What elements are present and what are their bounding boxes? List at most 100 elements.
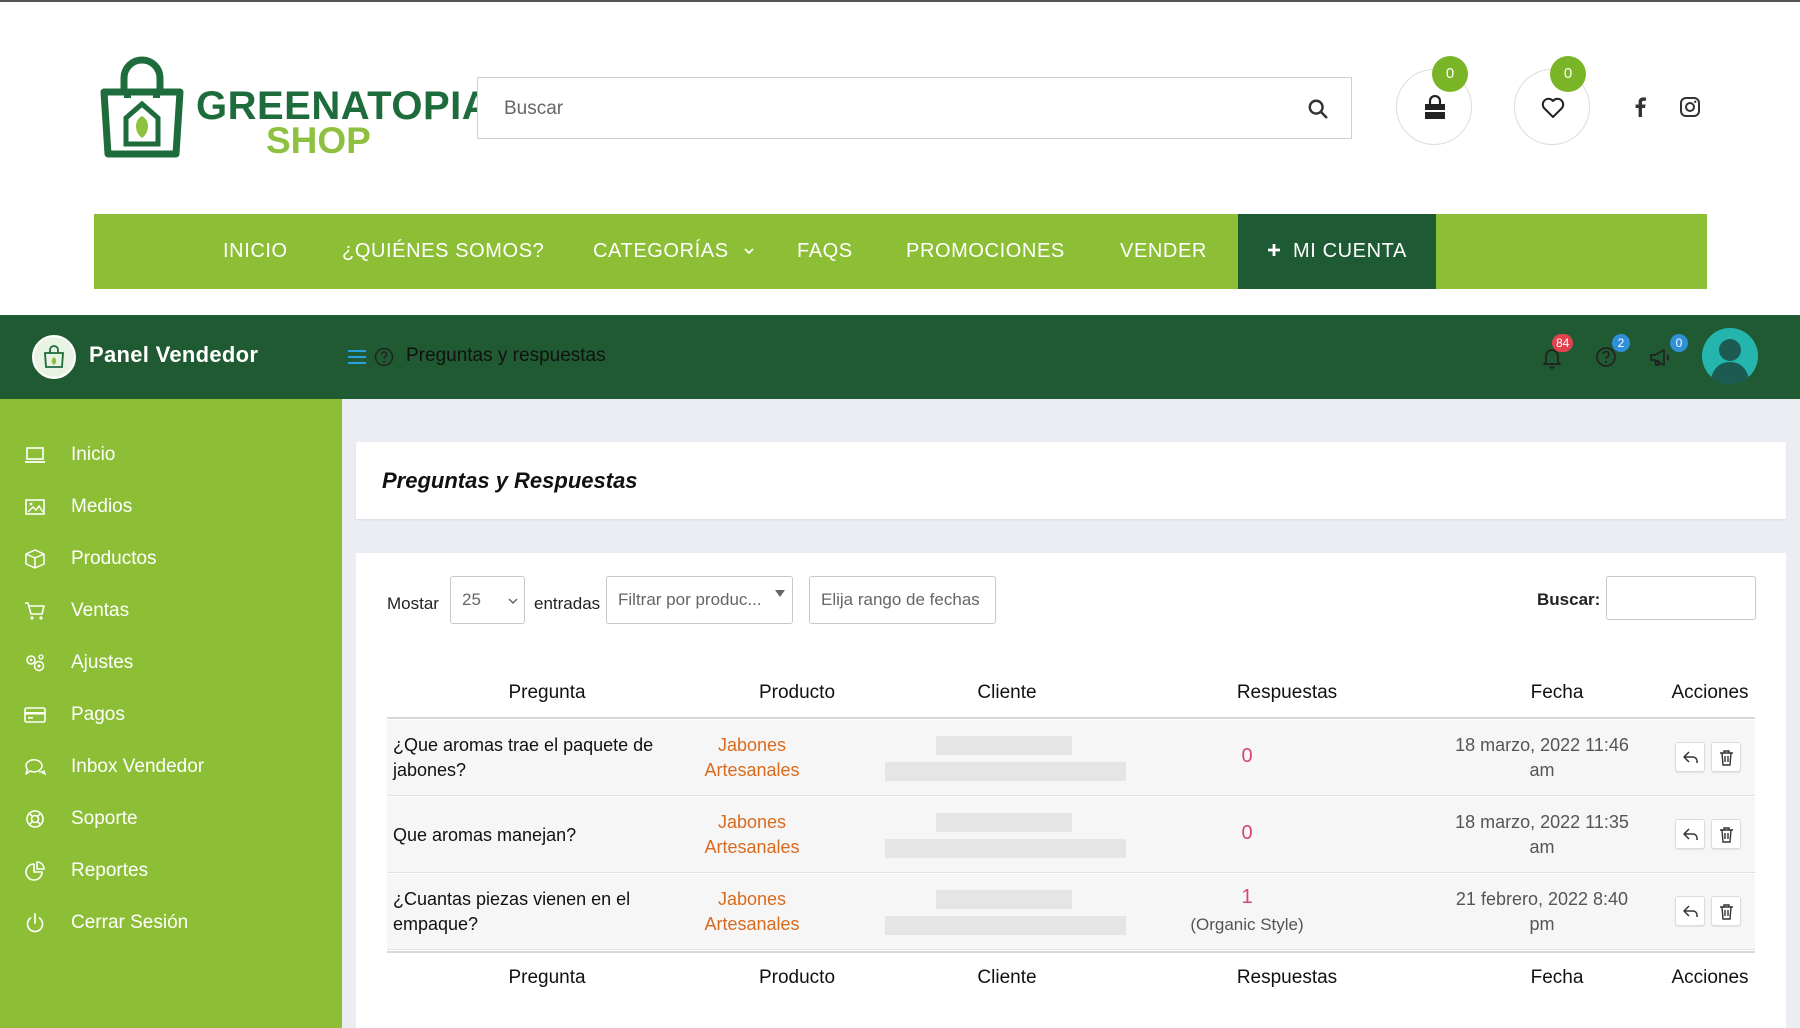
sidebar-item-cerrar-sesion[interactable]: Cerrar Sesión <box>0 897 342 949</box>
column-header-pregunta[interactable]: Pregunta <box>437 682 657 704</box>
column-footer-pregunta: Pregunta <box>508 967 586 988</box>
store-logo[interactable]: GREENATOPIA SHOP <box>98 56 491 161</box>
sidebar-item-inicio[interactable]: Inicio <box>0 429 342 481</box>
reply-button[interactable] <box>1675 742 1705 772</box>
table-row: ¿Que aromas trae el paquete de jabones? … <box>387 720 1755 796</box>
redacted-customer-name <box>936 813 1072 832</box>
nav-item-promociones[interactable]: PROMOCIONES <box>906 214 1065 289</box>
notifications-badge: 84 <box>1552 334 1574 352</box>
reply-button[interactable] <box>1675 819 1705 849</box>
logo-text-shop: SHOP <box>266 120 371 161</box>
sidebar-item-medios[interactable]: Medios <box>0 481 342 533</box>
lifebuoy-icon <box>26 810 44 828</box>
sidebar-item-label: Pagos <box>71 704 125 725</box>
trash-icon <box>1720 827 1733 843</box>
cart-count-badge: 0 <box>1432 56 1468 92</box>
table-row: ¿Cuantas piezas vienen en el empaque? Ja… <box>387 874 1755 950</box>
shopping-bag-logo-icon <box>100 56 184 158</box>
question-circle-icon <box>374 347 394 367</box>
nav-item-quienes-somos[interactable]: ¿QUIÉNES SOMOS? <box>342 214 544 289</box>
nav-item-mi-cuenta[interactable]: MI CUENTA <box>1238 214 1436 289</box>
column-header-respuestas[interactable]: Respuestas <box>1207 682 1367 704</box>
laptop-icon <box>25 447 45 463</box>
column-header-acciones: Acciones <box>1671 682 1749 703</box>
table-search-input[interactable] <box>1606 576 1756 620</box>
caret-down-icon <box>775 590 785 597</box>
user-avatar[interactable] <box>1702 328 1758 384</box>
reply-icon <box>1683 751 1698 763</box>
pie-chart-icon <box>25 861 45 881</box>
redacted-customer-name <box>936 890 1072 909</box>
product-link[interactable]: Jabones Artesanales <box>687 810 817 860</box>
wishlist-count-badge: 0 <box>1550 56 1586 92</box>
redacted-customer-name <box>936 736 1072 755</box>
panel-logo <box>32 335 76 379</box>
delete-button[interactable] <box>1711 896 1741 926</box>
answered-by-store: (Organic Style) <box>1190 915 1304 934</box>
entries-per-page-select[interactable]: 25 <box>450 576 525 624</box>
nav-item-vender[interactable]: VENDER <box>1120 214 1207 289</box>
sidebar-item-ventas[interactable]: Ventas <box>0 585 342 637</box>
sidebar-item-label: Productos <box>71 548 157 569</box>
questions-badge: 2 <box>1612 334 1630 352</box>
table-search-label: Buscar: <box>1537 590 1601 609</box>
announcements-badge: 0 <box>1670 334 1688 352</box>
question-text[interactable]: Que aromas manejan? <box>393 823 663 848</box>
facebook-icon[interactable] <box>1628 95 1652 119</box>
store-search-placeholder: Buscar <box>504 98 564 119</box>
box-icon <box>25 549 45 569</box>
sidebar-item-label: Soporte <box>71 808 138 829</box>
nav-item-faqs[interactable]: FAQS <box>797 214 853 289</box>
nav-item-inicio[interactable]: INICIO <box>223 214 288 289</box>
megaphone-icon[interactable] <box>1648 345 1672 369</box>
chat-icon <box>25 759 46 776</box>
question-text[interactable]: ¿Cuantas piezas vienen en el empaque? <box>393 887 663 937</box>
instagram-icon[interactable] <box>1678 95 1702 119</box>
delete-button[interactable] <box>1711 742 1741 772</box>
column-header-cliente[interactable]: Cliente <box>927 682 1087 704</box>
answers-count[interactable]: 0 <box>1167 744 1327 769</box>
date-range-input[interactable]: Elija rango de fechas <box>809 576 996 624</box>
page-title-card: Preguntas y Respuestas <box>356 442 1786 519</box>
search-icon[interactable] <box>1307 98 1329 120</box>
power-icon <box>26 913 44 933</box>
sidebar-item-label: Ventas <box>71 600 130 621</box>
column-header-fecha[interactable]: Fecha <box>1477 682 1637 704</box>
question-text[interactable]: ¿Que aromas trae el paquete de jabones? <box>393 733 663 783</box>
product-filter-select[interactable]: Filtrar por produc... <box>606 576 793 624</box>
user-silhouette-icon <box>1710 339 1750 384</box>
sidebar-item-pagos[interactable]: Pagos <box>0 689 342 741</box>
reply-button[interactable] <box>1675 896 1705 926</box>
column-footer-acciones: Acciones <box>1671 967 1749 988</box>
sidebar-item-inbox-vendedor[interactable]: Inbox Vendedor <box>0 741 342 793</box>
delete-button[interactable] <box>1711 819 1741 849</box>
column-footer-fecha: Fecha <box>1530 967 1584 988</box>
sidebar-item-label: Inbox Vendedor <box>71 756 205 777</box>
settings-icon <box>26 654 45 672</box>
sidebar-item-reportes[interactable]: Reportes <box>0 845 342 897</box>
trash-icon <box>1720 750 1733 766</box>
sidebar-item-soporte[interactable]: Soporte <box>0 793 342 845</box>
entries-value: 25 <box>462 590 481 609</box>
product-link[interactable]: Jabones Artesanales <box>687 733 817 783</box>
nav-item-categorias[interactable]: CATEGORÍAS <box>593 214 755 289</box>
chevron-down-icon <box>508 598 518 605</box>
date-range-placeholder: Elija rango de fechas <box>821 590 980 609</box>
menu-toggle-icon[interactable] <box>348 349 366 365</box>
breadcrumb: Preguntas y respuestas <box>406 345 606 366</box>
question-date: 18 marzo, 2022 11:35 am <box>1455 812 1629 857</box>
product-link[interactable]: Jabones Artesanales <box>687 887 817 937</box>
sidebar: Inicio Medios Productos Ventas Ajustes P… <box>0 399 342 1028</box>
sidebar-item-productos[interactable]: Productos <box>0 533 342 585</box>
column-header-producto[interactable]: Producto <box>717 682 877 704</box>
sidebar-item-ajustes[interactable]: Ajustes <box>0 637 342 689</box>
page-title: Preguntas y Respuestas <box>382 468 638 493</box>
answers-count[interactable]: 1 <box>1167 885 1327 910</box>
answers-count[interactable]: 0 <box>1167 821 1327 846</box>
footer-divider <box>387 951 1755 953</box>
redacted-customer-email <box>885 916 1126 935</box>
vendor-panel-header: Panel Vendedor <box>0 315 1800 399</box>
redacted-customer-email <box>885 762 1126 781</box>
panel-brand[interactable]: Panel Vendedor <box>0 315 342 399</box>
store-search-input[interactable]: Buscar <box>477 77 1352 139</box>
